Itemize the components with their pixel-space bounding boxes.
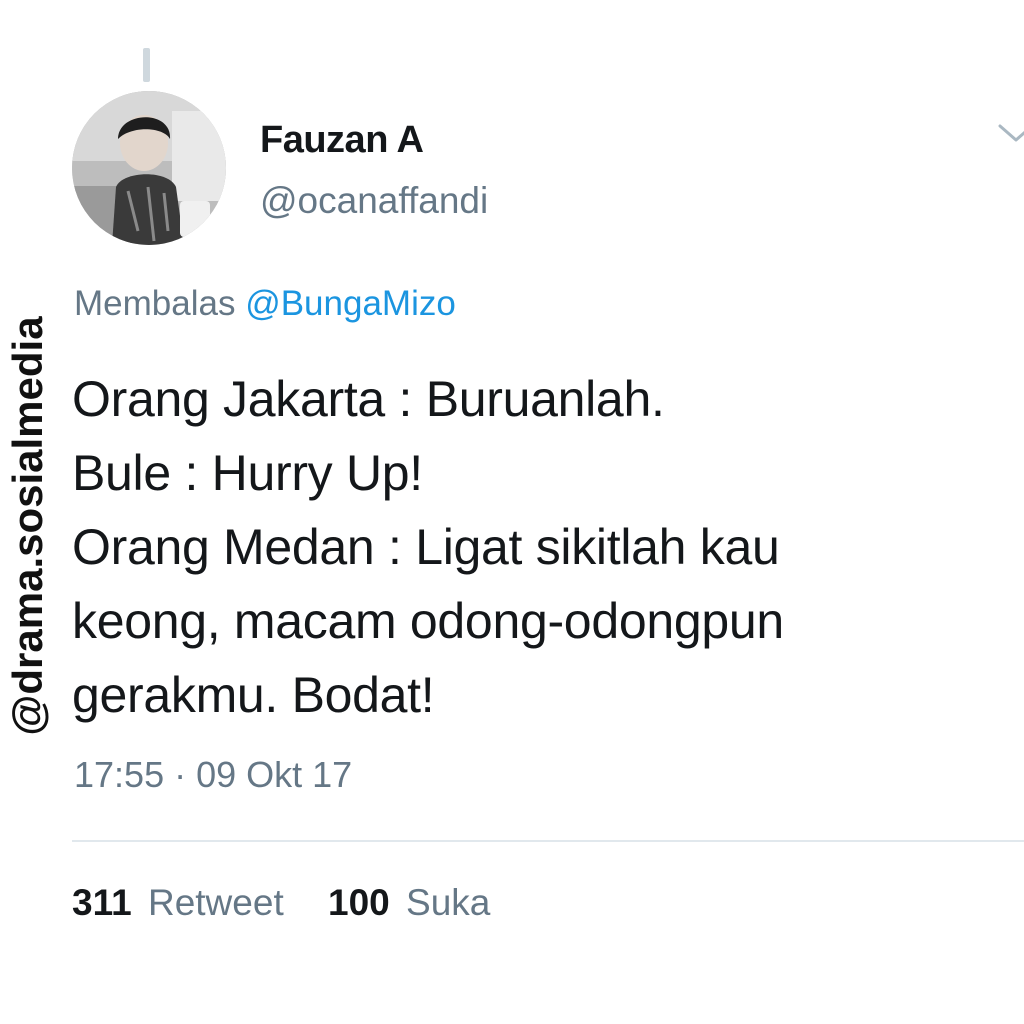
watermark: @drama.sosialmedia — [2, 284, 54, 768]
like-stat[interactable]: 100 Suka — [328, 882, 490, 924]
reply-mention-link[interactable]: @BungaMizo — [245, 284, 456, 323]
thread-connector-line — [143, 48, 150, 82]
retweet-label: Retweet — [147, 882, 284, 923]
watermark-text: @drama.sosialmedia — [4, 316, 51, 736]
chevron-down-icon[interactable] — [996, 118, 1024, 148]
like-count: 100 — [328, 882, 390, 923]
author-handle[interactable]: @ocanaffandi — [260, 180, 488, 222]
tweet-line: Bule : Hurry Up! — [72, 445, 423, 501]
retweet-count: 311 — [72, 882, 132, 923]
avatar-photo — [72, 91, 226, 245]
like-label: Suka — [406, 882, 491, 923]
reply-context: Membalas @BungaMizo — [74, 284, 456, 324]
tweet-stats: 311 Retweet 100 Suka — [72, 882, 524, 924]
reply-prefix: Membalas — [74, 284, 236, 323]
tweet-timestamp[interactable]: 17:55 · 09 Okt 17 — [74, 754, 352, 796]
tweet-line: keong, macam odong-odongpun — [72, 593, 784, 649]
tweet-text: Orang Jakarta : Buruanlah. Bule : Hurry … — [72, 362, 1022, 732]
retweet-stat[interactable]: 311 Retweet — [72, 882, 284, 924]
divider — [72, 840, 1024, 842]
tweet-line: Orang Medan : Ligat sikitlah kau — [72, 519, 780, 575]
author-display-name[interactable]: Fauzan A — [260, 119, 424, 162]
tweet-line: Orang Jakarta : Buruanlah. — [72, 371, 665, 427]
tweet-line: gerakmu. Bodat! — [72, 667, 435, 723]
avatar[interactable] — [72, 91, 226, 245]
